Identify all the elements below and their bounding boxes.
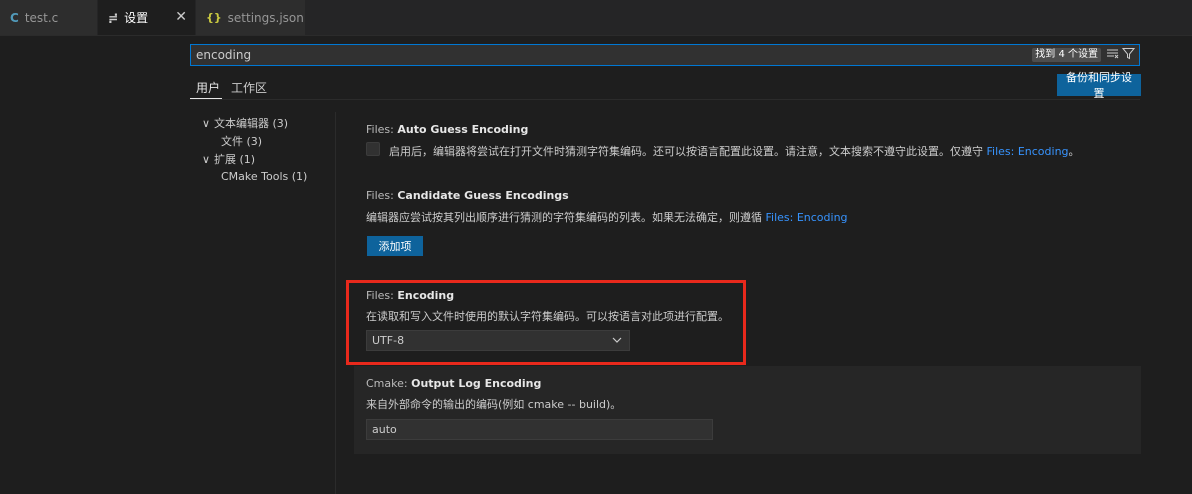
scope-tab-user[interactable]: 用户 — [196, 79, 220, 96]
settings-editor: C test.c ≓ 设置 ✕ {} settings.json 找到 4 个设… — [0, 0, 1192, 494]
setting-title-candidate: Files: Candidate Guess Encodings — [366, 189, 569, 202]
cmake-output-encoding-input[interactable] — [366, 419, 713, 440]
setting-desc-cmake: 来自外部命令的输出的编码(例如 cmake -- build)。 — [366, 398, 622, 411]
toc-divider — [335, 112, 336, 494]
toc-item-extensions[interactable]: ∨ 扩展 (1) — [202, 151, 255, 167]
json-file-icon: {} — [206, 11, 222, 24]
filter-icon[interactable] — [1121, 47, 1135, 61]
setting-desc-auto-guess: 启用后，编辑器将尝试在打开文件时猜测字符集编码。还可以按语言配置此设置。请注意，… — [389, 145, 1080, 158]
settings-search-box[interactable]: 找到 4 个设置 — [190, 44, 1140, 66]
tab-settings-json[interactable]: {} settings.json — [196, 0, 306, 35]
add-item-button[interactable]: 添加项 — [367, 236, 423, 256]
toc-label: CMake Tools (1) — [221, 170, 308, 183]
tab-label: settings.json — [227, 10, 304, 25]
annotation-highlight-box — [346, 280, 746, 365]
files-encoding-link[interactable]: Files: Encoding — [766, 211, 848, 224]
tab-label: test.c — [24, 10, 59, 25]
setting-desc-candidate: 编辑器应尝试按其列出顺序进行猜测的字符集编码的列表。如果无法确定，则遵循 Fil… — [366, 211, 848, 224]
toc-item-files[interactable]: 文件 (3) — [221, 133, 262, 149]
active-scope-underline — [190, 98, 222, 99]
files-encoding-link[interactable]: Files: Encoding — [987, 145, 1069, 158]
toc-item-cmake-tools[interactable]: CMake Tools (1) — [221, 170, 307, 183]
backup-sync-button[interactable]: 备份和同步设置 — [1057, 71, 1141, 100]
toc-label: 扩展 (1) — [214, 153, 256, 166]
auto-guess-checkbox[interactable] — [366, 142, 380, 156]
toc-item-text-editor[interactable]: ∨ 文本编辑器 (3) — [202, 115, 288, 131]
setting-title-auto-guess: Files: Auto Guess Encoding — [366, 123, 529, 136]
result-count-badge: 找到 4 个设置 — [1032, 48, 1101, 62]
settings-icon: ≓ — [108, 10, 119, 25]
chevron-down-icon: ∨ — [202, 117, 211, 130]
editor-tab-bar: C test.c ≓ 设置 ✕ {} settings.json — [0, 0, 1192, 36]
tab-test-c[interactable]: C test.c — [0, 0, 98, 35]
c-file-icon: C — [10, 10, 19, 25]
scope-tab-workspace[interactable]: 工作区 — [231, 79, 267, 96]
tab-settings[interactable]: ≓ 设置 ✕ — [98, 0, 196, 35]
toc-label: 文件 (3) — [221, 135, 263, 148]
setting-title-cmake: Cmake: Output Log Encoding — [366, 377, 542, 390]
tab-label: 设置 — [124, 11, 149, 25]
toc-label: 文本编辑器 (3) — [214, 117, 289, 130]
chevron-down-icon: ∨ — [202, 153, 211, 166]
settings-search-input[interactable] — [191, 47, 978, 63]
close-icon[interactable]: ✕ — [175, 9, 187, 25]
scope-divider — [190, 99, 1140, 100]
clear-filter-icon[interactable] — [1105, 47, 1119, 61]
